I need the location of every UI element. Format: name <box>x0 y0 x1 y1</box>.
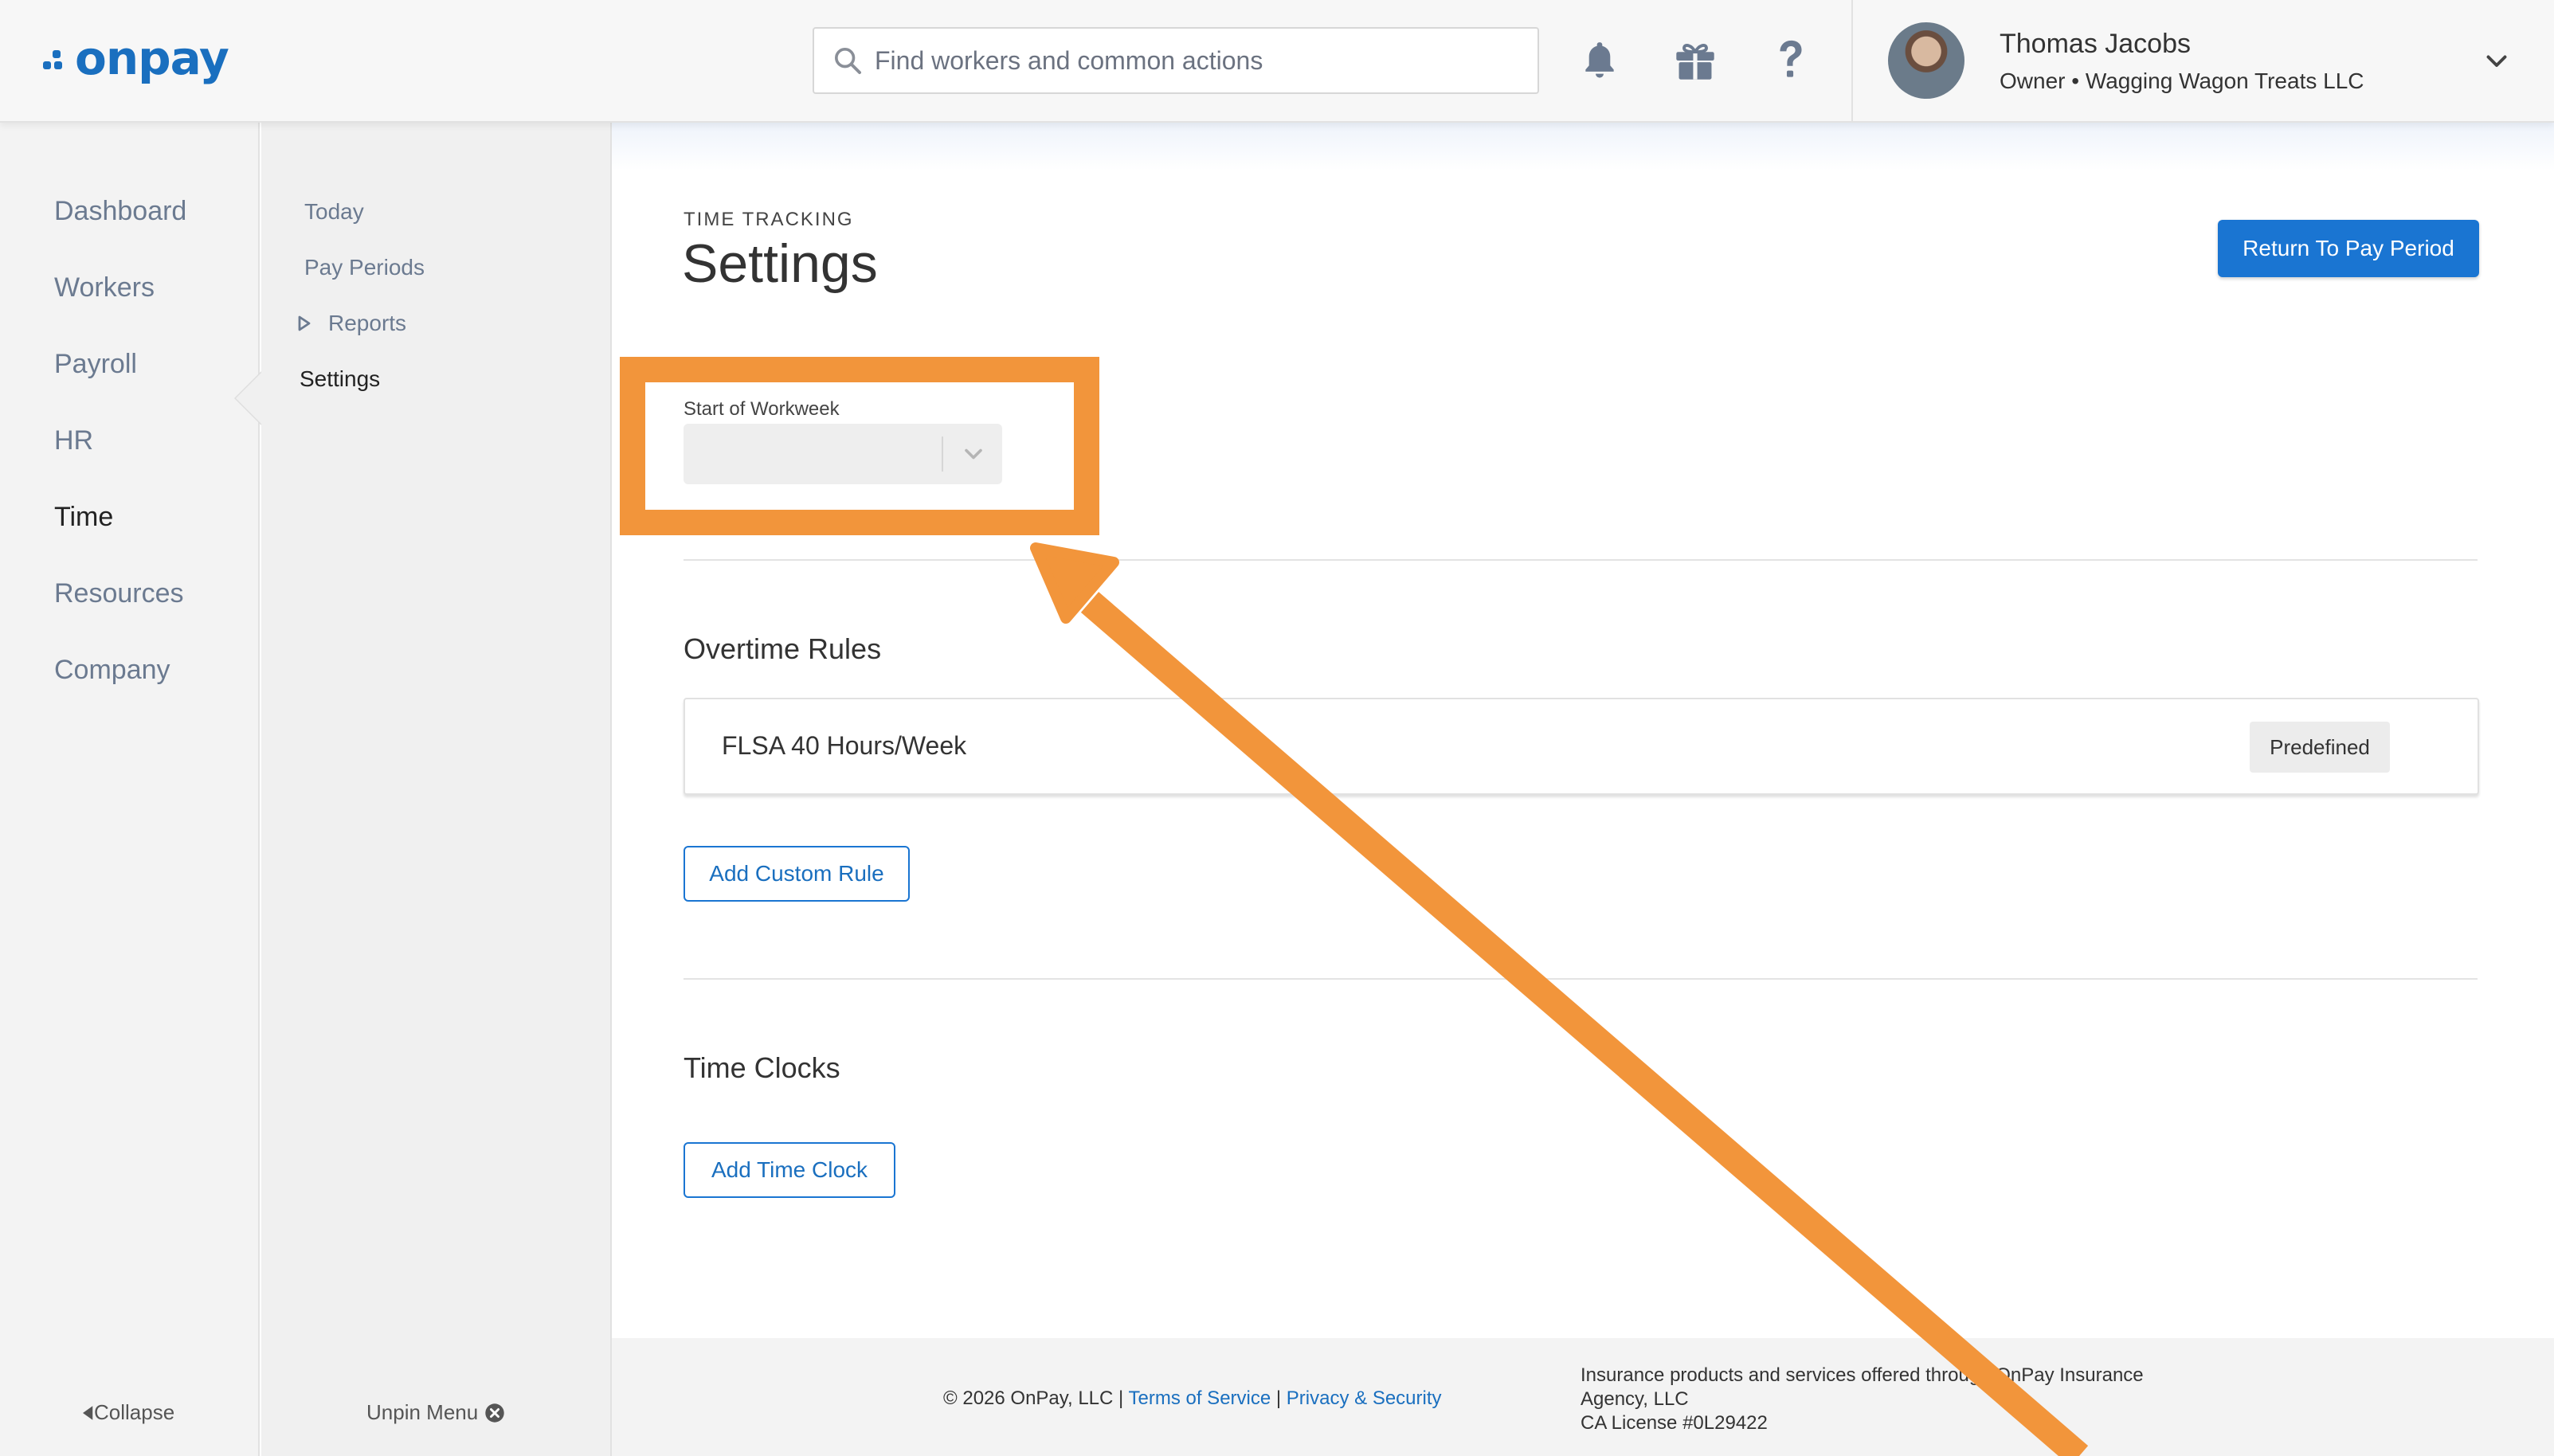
nav-payroll[interactable]: Payroll <box>54 349 137 380</box>
insurance-line-1: Insurance products and services offered … <box>1581 1364 2144 1386</box>
secondary-sidebar <box>261 123 612 1456</box>
main-top-shadow <box>612 123 2554 170</box>
gift-icon[interactable] <box>1670 35 1721 86</box>
overtime-rules-heading: Overtime Rules <box>684 632 882 665</box>
insurance-line-3: CA License #0L29422 <box>1581 1412 1768 1434</box>
user-name[interactable]: Thomas Jacobs <box>2000 29 2191 60</box>
nav-company[interactable]: Company <box>54 655 170 686</box>
insurance-disclosure: Insurance products and services offered … <box>1581 1364 2144 1435</box>
unpin-menu-button[interactable]: Unpin Menu <box>366 1400 505 1425</box>
chevron-down-icon <box>965 448 982 460</box>
caret-left-icon <box>83 1405 93 1420</box>
insurance-line-2: Agency, LLC <box>1581 1388 1689 1410</box>
nav-dashboard[interactable]: Dashboard <box>54 196 186 227</box>
primary-sidebar <box>0 123 260 1456</box>
nav-workers[interactable]: Workers <box>54 272 155 303</box>
start-of-workweek-select[interactable] <box>684 424 1002 484</box>
search-box[interactable] <box>813 27 1539 94</box>
section-divider <box>684 559 2478 561</box>
footer-copyright: © 2026 OnPay, LLC | <box>943 1388 1124 1409</box>
close-circle-icon <box>485 1403 504 1423</box>
logo-mark-icon <box>43 50 70 77</box>
help-question-icon[interactable] <box>1765 35 1816 86</box>
footer-legal: © 2026 OnPay, LLC | Terms of Service | P… <box>943 1388 1442 1410</box>
overtime-rule-row[interactable]: FLSA 40 Hours/Week Predefined <box>684 698 2479 795</box>
page-eyebrow: TIME TRACKING <box>684 209 854 230</box>
footer-separator: | <box>1275 1388 1282 1409</box>
select-separator <box>942 436 943 472</box>
overtime-rule-name: FLSA 40 Hours/Week <box>722 731 967 760</box>
bell-icon[interactable] <box>1574 35 1625 86</box>
expand-triangle-icon[interactable] <box>298 315 311 331</box>
subnav-today[interactable]: Today <box>304 199 364 225</box>
subnav-settings[interactable]: Settings <box>300 366 380 392</box>
collapse-label: Collapse <box>94 1400 175 1424</box>
top-bar: onpay Thomas Jacobs Owner • Wagging Wago… <box>0 0 2554 123</box>
active-nav-pointer <box>236 373 261 424</box>
unpin-menu-label: Unpin Menu <box>366 1400 479 1424</box>
logo-text: onpay <box>75 31 229 85</box>
nav-hr[interactable]: HR <box>54 425 93 456</box>
add-custom-rule-button[interactable]: Add Custom Rule <box>684 846 910 902</box>
terms-of-service-link[interactable]: Terms of Service <box>1129 1388 1271 1409</box>
chevron-down-icon[interactable] <box>2482 46 2511 75</box>
start-of-workweek-label: Start of Workweek <box>684 398 840 420</box>
page-title: Settings <box>682 233 878 294</box>
section-divider <box>684 978 2478 980</box>
search-icon <box>835 48 861 74</box>
collapse-button[interactable]: Collapse <box>83 1400 174 1425</box>
onpay-logo[interactable]: onpay <box>43 30 229 86</box>
nav-resources[interactable]: Resources <box>54 578 184 609</box>
privacy-security-link[interactable]: Privacy & Security <box>1287 1388 1442 1409</box>
user-avatar[interactable] <box>1888 22 1964 99</box>
search-input[interactable] <box>875 45 1512 76</box>
add-time-clock-button[interactable]: Add Time Clock <box>684 1142 895 1198</box>
predefined-badge: Predefined <box>2250 722 2390 773</box>
subnav-reports[interactable]: Reports <box>328 311 406 336</box>
return-to-pay-period-button[interactable]: Return To Pay Period <box>2218 220 2479 277</box>
header-divider <box>1851 0 1853 123</box>
user-role: Owner • Wagging Wagon Treats LLC <box>2000 68 2364 93</box>
time-clocks-heading: Time Clocks <box>684 1051 840 1084</box>
subnav-pay-periods[interactable]: Pay Periods <box>304 255 425 280</box>
nav-time[interactable]: Time <box>54 502 113 533</box>
